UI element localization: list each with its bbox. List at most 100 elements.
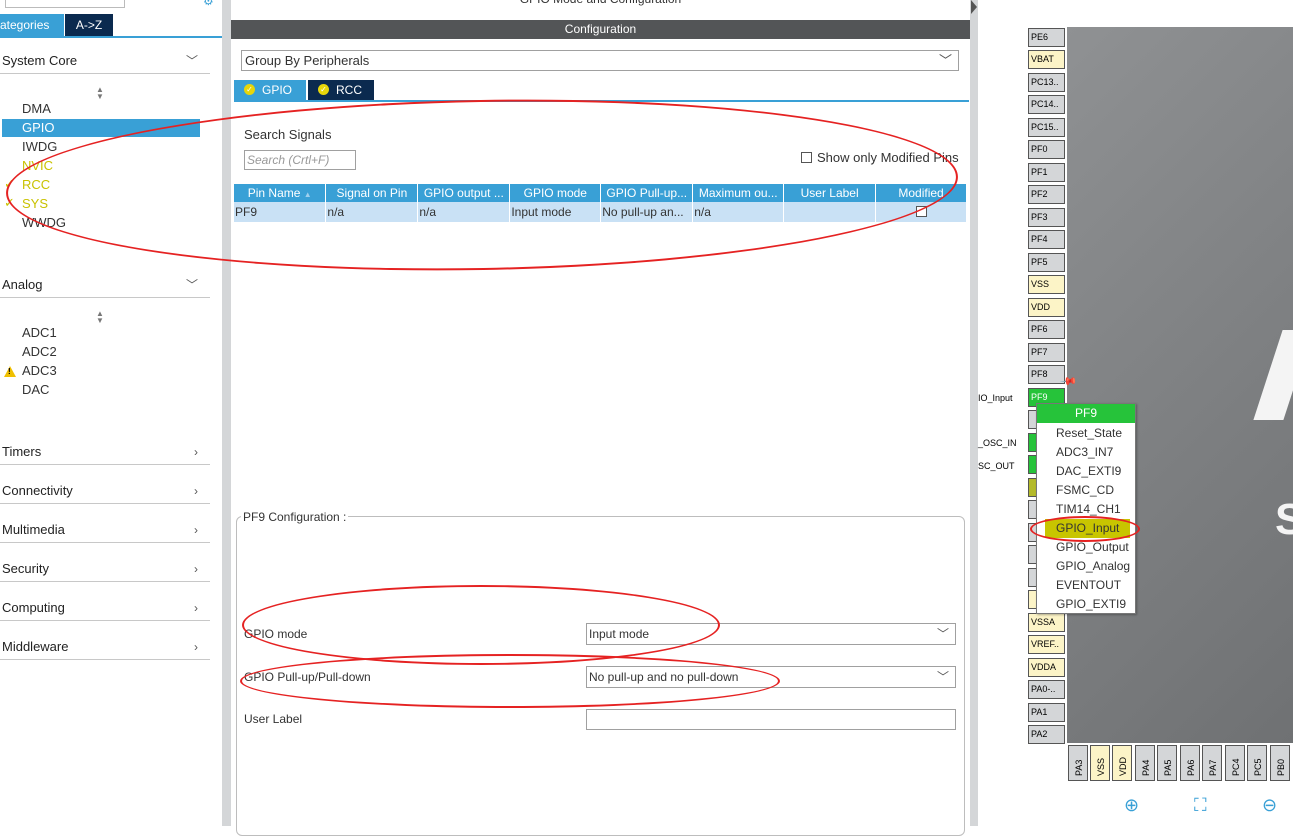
pin[interactable]: PA6 bbox=[1180, 745, 1200, 781]
category-timers[interactable]: Timers › bbox=[0, 439, 210, 465]
pin[interactable]: PF6 bbox=[1028, 320, 1065, 339]
category-connectivity[interactable]: Connectivity › bbox=[0, 478, 210, 504]
pin[interactable]: VDD bbox=[1028, 298, 1065, 317]
group-by-select[interactable]: Group By Peripherals ﹀ bbox=[241, 50, 959, 71]
sidebar-item-dma[interactable]: DMA bbox=[22, 100, 51, 118]
chip-logo-letter: S bbox=[1275, 495, 1293, 544]
pin[interactable]: VBAT bbox=[1028, 50, 1065, 69]
pin[interactable]: PA0-.. bbox=[1028, 680, 1065, 699]
tab-a-to-z[interactable]: A->Z bbox=[65, 14, 113, 36]
menu-item[interactable]: EVENTOUT bbox=[1056, 576, 1121, 595]
menu-item[interactable]: GPIO_Analog bbox=[1056, 557, 1130, 576]
panel-splitter[interactable] bbox=[970, 0, 978, 826]
category-system-core[interactable]: System Core ﹀ bbox=[0, 48, 210, 74]
pin-function-menu: PF9 Reset_State ADC3_IN7 DAC_EXTI9 FSMC_… bbox=[1036, 403, 1136, 614]
chevron-right-icon: › bbox=[194, 484, 198, 498]
pin[interactable]: PF0 bbox=[1028, 140, 1065, 159]
pin[interactable]: PF2 bbox=[1028, 185, 1065, 204]
column-header[interactable]: Maximum ou... bbox=[692, 184, 785, 202]
column-header[interactable]: User Label bbox=[783, 184, 877, 202]
pin[interactable]: PF3 bbox=[1028, 208, 1065, 227]
zoom-out-icon[interactable]: ⊖ bbox=[1262, 795, 1277, 816]
menu-item[interactable]: DAC_EXTI9 bbox=[1056, 462, 1121, 481]
tab-rcc[interactable]: ✓ RCC bbox=[308, 80, 374, 100]
pin[interactable]: PF7 bbox=[1028, 343, 1065, 362]
modified-checkbox[interactable] bbox=[915, 206, 927, 217]
menu-item[interactable]: Reset_State bbox=[1056, 424, 1122, 443]
pin[interactable]: PA7 bbox=[1202, 745, 1222, 781]
sidebar-item-adc3[interactable]: ADC3 bbox=[22, 362, 57, 380]
column-header[interactable]: GPIO mode bbox=[509, 184, 602, 202]
pin[interactable]: PF5 bbox=[1028, 253, 1065, 272]
pin[interactable]: PA4 bbox=[1135, 745, 1155, 781]
menu-item[interactable]: TIM14_CH1 bbox=[1056, 500, 1121, 519]
pin[interactable]: PB0 bbox=[1270, 745, 1290, 781]
signals-table: Pin Name ▲ Signal on Pin GPIO output ...… bbox=[234, 184, 967, 222]
show-modified-checkbox[interactable]: Show only Modified Pins bbox=[801, 150, 959, 165]
pin[interactable]: VSS bbox=[1090, 745, 1110, 781]
fit-screen-icon[interactable]: ⛶ bbox=[1194, 795, 1207, 816]
category-search-input[interactable] bbox=[5, 0, 125, 8]
sidebar-item-iwdg[interactable]: IWDG bbox=[22, 138, 57, 156]
pin[interactable]: VSS bbox=[1028, 275, 1065, 294]
pin[interactable]: VDD bbox=[1112, 745, 1132, 781]
pin[interactable]: VDDA bbox=[1028, 658, 1065, 677]
sort-icon[interactable]: ▲ ▼ bbox=[96, 86, 104, 101]
pin[interactable]: PC15.. bbox=[1028, 118, 1065, 137]
pin[interactable]: PF1 bbox=[1028, 163, 1065, 182]
pin[interactable]: PA5 bbox=[1157, 745, 1177, 781]
category-title: System Core bbox=[2, 53, 78, 68]
pf9-configuration-title: PF9 Configuration : bbox=[241, 510, 349, 524]
category-multimedia[interactable]: Multimedia › bbox=[0, 517, 210, 543]
pin[interactable]: VSSA bbox=[1028, 613, 1065, 632]
category-computing[interactable]: Computing › bbox=[0, 595, 210, 621]
pin[interactable]: PA3 bbox=[1068, 745, 1088, 781]
collapse-arrow-icon[interactable] bbox=[971, 0, 977, 14]
menu-item[interactable]: FSMC_CD bbox=[1056, 481, 1114, 500]
category-security[interactable]: Security › bbox=[0, 556, 210, 582]
pin[interactable]: PE6 bbox=[1028, 28, 1065, 47]
menu-item[interactable]: GPIO_EXTI9 bbox=[1056, 595, 1126, 614]
table-row[interactable]: PF9 n/a n/a Input mode No pull-up an... … bbox=[234, 202, 967, 222]
sidebar-item-nvic[interactable]: NVIC bbox=[22, 157, 53, 175]
panel-splitter[interactable] bbox=[222, 0, 231, 826]
sidebar-item-dac[interactable]: DAC bbox=[22, 381, 49, 399]
pin[interactable]: PC14.. bbox=[1028, 95, 1065, 114]
column-header[interactable]: GPIO output ... bbox=[417, 184, 511, 202]
gpio-mode-select[interactable]: Input mode ﹀ bbox=[586, 623, 956, 645]
tab-categories[interactable]: ategories bbox=[0, 14, 64, 36]
column-header[interactable]: Modified bbox=[875, 184, 967, 202]
pin[interactable]: PC13.. bbox=[1028, 73, 1065, 92]
sidebar-item-sys[interactable]: SYS bbox=[22, 195, 48, 213]
pin[interactable]: PA1 bbox=[1028, 703, 1065, 722]
pin[interactable]: PA2 bbox=[1028, 725, 1065, 744]
sidebar-item-gpio[interactable]: GPIO bbox=[2, 119, 200, 137]
gpio-pull-select[interactable]: No pull-up and no pull-down ﹀ bbox=[586, 666, 956, 688]
sidebar-item-adc1[interactable]: ADC1 bbox=[22, 324, 57, 342]
menu-item[interactable]: ADC3_IN7 bbox=[1056, 443, 1113, 462]
sidebar-item-wwdg[interactable]: WWDG bbox=[22, 214, 66, 232]
pin[interactable]: VREF.. bbox=[1028, 635, 1065, 654]
search-signals-input[interactable]: Search (Crtl+F) bbox=[244, 150, 356, 170]
zoom-in-icon[interactable]: ⊕ bbox=[1124, 795, 1139, 816]
menu-item-selected[interactable]: GPIO_Input bbox=[1045, 519, 1130, 538]
user-label-input[interactable] bbox=[586, 709, 956, 730]
menu-item[interactable]: GPIO_Output bbox=[1056, 538, 1129, 557]
sidebar-item-adc2[interactable]: ADC2 bbox=[22, 343, 57, 361]
tab-gpio[interactable]: ✓ GPIO bbox=[234, 80, 306, 100]
pin[interactable]: PC5 bbox=[1247, 745, 1267, 781]
column-header[interactable]: Signal on Pin bbox=[325, 184, 419, 202]
pin[interactable]: PF4 bbox=[1028, 230, 1065, 249]
gear-icon[interactable]: ⚙ bbox=[203, 0, 214, 8]
menu-title: PF9 bbox=[1037, 404, 1135, 423]
column-header[interactable]: GPIO Pull-up... bbox=[600, 184, 694, 202]
category-middleware[interactable]: Middleware › bbox=[0, 634, 210, 660]
panel-title: GPIO Mode and Configuration bbox=[231, 0, 970, 8]
category-analog[interactable]: Analog ﹀ bbox=[0, 272, 210, 298]
sort-icon[interactable]: ▲ ▼ bbox=[96, 310, 104, 325]
column-header[interactable]: Pin Name ▲ bbox=[234, 184, 327, 202]
search-signals-label: Search Signals bbox=[244, 127, 332, 142]
sidebar-item-rcc[interactable]: RCC bbox=[22, 176, 50, 194]
pinout-view: S PE6 VBAT PC13.. PC14.. PC15.. PF0 PF1 … bbox=[978, 0, 1293, 826]
pin[interactable]: PC4 bbox=[1225, 745, 1245, 781]
